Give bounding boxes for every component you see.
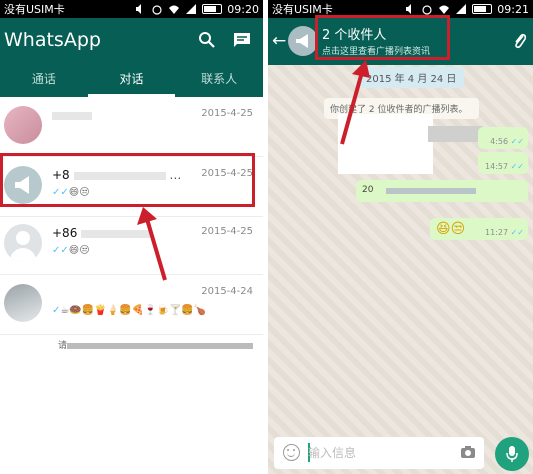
tab-chats[interactable]: 对话 [87,65,176,97]
silent-icon [406,4,414,14]
sent-message[interactable]: 😆😒 11:27 ✓✓ [430,218,528,240]
emoji-icon[interactable] [283,444,300,461]
compose-icon[interactable] [233,32,251,48]
silent-icon [136,4,144,14]
message-input[interactable] [308,445,448,461]
signal-icon [456,4,467,14]
chat-name [52,286,182,300]
microphone-button[interactable] [495,437,529,471]
battery-icon [202,4,223,14]
broadcast-icon [296,34,308,48]
avatar [4,284,42,322]
tab-contacts[interactable]: 联系人 [175,65,263,97]
avatar [4,106,42,144]
sent-message[interactable]: 4:56 ✓✓ [478,127,528,149]
redaction-patch [428,126,483,142]
back-icon[interactable]: ← [272,30,288,52]
wifi-icon [439,5,450,14]
wifi-icon [169,5,180,14]
sent-message[interactable]: 20 [356,180,528,202]
chat-row[interactable]: 2015-4-24 ✓☕🍩🍔🍟🍦🍔🍕🍷🍺🍸🍔🍗 [0,275,263,335]
search-icon[interactable] [198,31,216,49]
sent-message[interactable]: 14:57 ✓✓ [478,152,528,174]
carrier-text: 没有USIM卡 [4,3,65,16]
right-screen: 没有USIM卡 09:21 ← 2 个收件人 点击这里查看广播列表资讯 2015… [268,0,533,474]
read-ticks-icon: ✓✓ [510,137,524,146]
chat-preview: ✓☕🍩🍔🍟🍦🍔🍕🍷🍺🍸🍔🍗 [52,305,207,316]
signal-icon [186,4,197,14]
message-input-bar [274,437,484,469]
clock-text: 09:20 [227,2,259,16]
chat-row[interactable]: 2015-4-25 [0,97,263,157]
attachment-icon[interactable] [512,32,528,50]
read-ticks-icon: ✓✓ [510,228,524,237]
avatar [4,224,42,262]
tab-bar: 通话 对话 联系人 [0,65,263,97]
chat-name [52,108,92,122]
chat-row[interactable]: +86 2015-4-25 ✓✓😄😒 [0,215,263,275]
broadcast-avatar[interactable] [288,26,318,56]
app-title: WhatsApp [4,29,101,51]
chat-date: 2015-4-25 [201,226,253,237]
chat-preview: ✓✓😄😒 [52,245,90,256]
alarm-icon [152,5,162,15]
status-bar: 没有USIM卡 09:20 [0,0,263,18]
tab-calls[interactable]: 通话 [0,65,88,97]
arrow-annotation [340,60,370,145]
footer-note: 请 [58,338,254,351]
left-screen: 没有USIM卡 09:20 WhatsApp 通话 对话 联系人 2015-4- [0,0,263,474]
highlight-box [315,15,450,60]
arrow-annotation [137,207,167,281]
read-ticks-icon: ✓✓ [510,162,524,171]
highlight-box [0,153,255,207]
app-header: WhatsApp [0,18,263,65]
battery-icon [472,4,493,14]
alarm-icon [422,5,432,15]
clock-text: 09:21 [497,2,529,16]
chat-date: 2015-4-25 [201,108,253,119]
microphone-icon [506,446,518,462]
camera-icon[interactable] [460,445,476,459]
read-ticks-icon: ✓✓ [52,245,69,256]
chat-date: 2015-4-24 [201,286,253,297]
